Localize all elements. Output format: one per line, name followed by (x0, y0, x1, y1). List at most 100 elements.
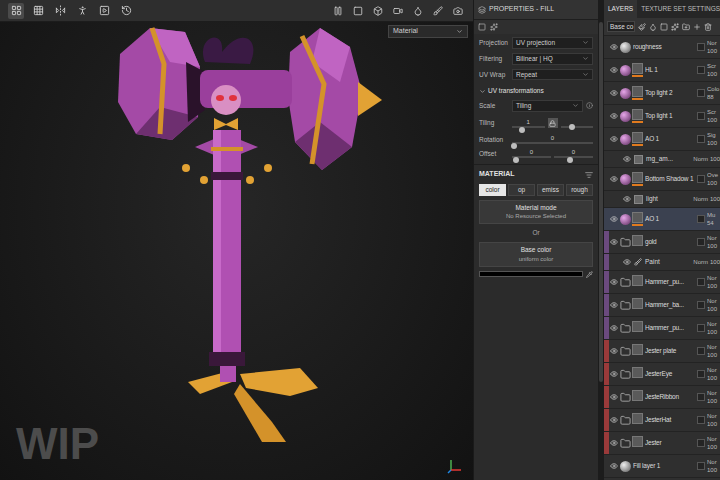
scale-dropdown[interactable]: Tiling (512, 100, 583, 112)
layer-row[interactable]: Hammer_pu...Nor100 (604, 271, 720, 294)
slider-knob[interactable] (569, 124, 575, 130)
layer-checkbox[interactable] (697, 175, 705, 183)
tab-icon[interactable] (490, 23, 498, 31)
toolbar-button[interactable] (370, 3, 385, 19)
eye-icon[interactable] (610, 43, 618, 51)
eye-icon[interactable] (610, 416, 618, 424)
toolbar-button[interactable] (430, 3, 445, 19)
layer-row[interactable]: JesteRibbonNor100 (604, 386, 720, 409)
layer-row[interactable]: JesterHatNor100 (604, 409, 720, 432)
eye-icon[interactable] (610, 135, 618, 143)
info-icon[interactable] (586, 102, 593, 109)
toolbar-button[interactable] (450, 3, 465, 19)
eye-icon[interactable] (610, 278, 618, 286)
layer-row[interactable]: AO 1Sig100 (604, 128, 720, 151)
add-icon[interactable] (693, 23, 701, 31)
tiling-slider-v[interactable] (561, 123, 594, 131)
toolbar-button[interactable] (30, 3, 46, 19)
mask-thumbnail[interactable] (632, 390, 643, 401)
mask-thumbnail[interactable] (632, 235, 643, 246)
mask-icon[interactable] (660, 23, 668, 31)
eye-icon[interactable] (610, 462, 618, 470)
mask-thumbnail[interactable] (632, 86, 643, 97)
eye-icon[interactable] (610, 238, 618, 246)
viewport-mode-dropdown[interactable]: Material (388, 25, 468, 38)
layer-checkbox[interactable] (697, 439, 705, 447)
panel-tab[interactable]: LAYERS (604, 0, 637, 18)
layer-checkbox[interactable] (697, 112, 705, 120)
eye-icon[interactable] (610, 175, 618, 183)
eye-icon[interactable] (610, 301, 618, 309)
slider-knob[interactable] (567, 157, 573, 163)
panel-tab[interactable]: TEXTURE SET SETTINGS (637, 0, 720, 18)
layer-checkbox[interactable] (697, 43, 705, 51)
mask-thumbnail[interactable] (632, 212, 643, 223)
toolbar-button[interactable] (52, 3, 68, 19)
layer-effect-row[interactable]: mg_am...Norm100 (604, 151, 720, 168)
menu-icon[interactable] (585, 171, 593, 179)
layer-checkbox[interactable] (697, 301, 705, 309)
paint-layer-icon[interactable] (638, 23, 646, 31)
mask-thumbnail[interactable] (632, 436, 643, 447)
layer-row[interactable]: Top light 2Colo88 (604, 82, 720, 105)
property-dropdown[interactable]: UV projection (512, 37, 593, 49)
material-mode-box[interactable]: Material modeNo Resource Selected (479, 200, 593, 225)
offset-slider[interactable] (512, 156, 551, 158)
property-dropdown[interactable]: Repeat (512, 69, 593, 81)
layer-checkbox[interactable] (697, 66, 705, 74)
uv-section-header[interactable]: UV transformations (479, 84, 593, 96)
layer-checkbox[interactable] (697, 278, 705, 286)
layer-checkbox[interactable] (697, 324, 705, 332)
toolbar-button[interactable] (118, 3, 134, 19)
layer-checkbox[interactable] (697, 462, 705, 470)
channel-button[interactable]: rough (566, 184, 593, 196)
toolbar-button[interactable] (330, 3, 345, 19)
layer-effect-row[interactable]: lightNorm100 (604, 191, 720, 208)
layer-checkbox[interactable] (697, 347, 705, 355)
layer-checkbox[interactable] (697, 370, 705, 378)
layer-row[interactable]: Top light 1Scr100 (604, 105, 720, 128)
base-color-box[interactable]: Base coloruniform color (479, 242, 593, 267)
layer-row[interactable]: JesterEyeNor100 (604, 363, 720, 386)
channel-button[interactable]: color (479, 184, 506, 196)
layer-row[interactable]: roughnessNor100 (604, 36, 720, 59)
layer-checkbox[interactable] (697, 215, 705, 223)
eye-icon[interactable] (610, 393, 618, 401)
toolbar-button[interactable] (96, 3, 112, 19)
eye-icon[interactable] (610, 215, 618, 223)
layer-effect-row[interactable]: PaintNorm100 (604, 254, 720, 271)
folder-add-icon[interactable] (682, 23, 690, 31)
layer-checkbox[interactable] (697, 135, 705, 143)
mask-thumbnail[interactable] (632, 63, 643, 74)
eye-icon[interactable] (610, 89, 618, 97)
offset-slider[interactable] (554, 156, 593, 158)
viewport[interactable]: MaterialWIP (0, 22, 473, 480)
toolbar-button[interactable] (410, 3, 425, 19)
eye-icon[interactable] (610, 112, 618, 120)
layer-row[interactable]: JesterNor100 (604, 432, 720, 455)
mask-thumbnail[interactable] (632, 321, 643, 332)
eyedropper-icon[interactable] (586, 271, 593, 278)
layer-checkbox[interactable] (697, 89, 705, 97)
layer-row[interactable]: Jester plateNor100 (604, 340, 720, 363)
eye-icon[interactable] (623, 195, 631, 203)
slider-knob[interactable] (519, 127, 525, 133)
lock-button[interactable] (548, 118, 558, 128)
tab-icon[interactable] (478, 23, 486, 31)
layer-row[interactable]: goldNor100 (604, 231, 720, 254)
layer-row[interactable]: AO 1Mu54 (604, 208, 720, 231)
layer-row[interactable]: Fill layer 1Nor100 (604, 455, 720, 478)
effect-icon[interactable] (671, 23, 679, 31)
eye-icon[interactable] (610, 439, 618, 447)
layer-row[interactable]: HL 1Scr100 (604, 59, 720, 82)
mask-thumbnail[interactable] (632, 132, 643, 143)
layer-row[interactable]: Hammer_pu...Nor100 (604, 317, 720, 340)
eye-icon[interactable] (623, 258, 631, 266)
tiling-slider[interactable] (512, 126, 545, 128)
mask-thumbnail[interactable] (632, 109, 643, 120)
layer-checkbox[interactable] (697, 238, 705, 246)
eye-icon[interactable] (610, 66, 618, 74)
mask-thumbnail[interactable] (632, 344, 643, 355)
toolbar-button[interactable] (8, 3, 24, 19)
channel-button[interactable]: emiss (537, 184, 564, 196)
